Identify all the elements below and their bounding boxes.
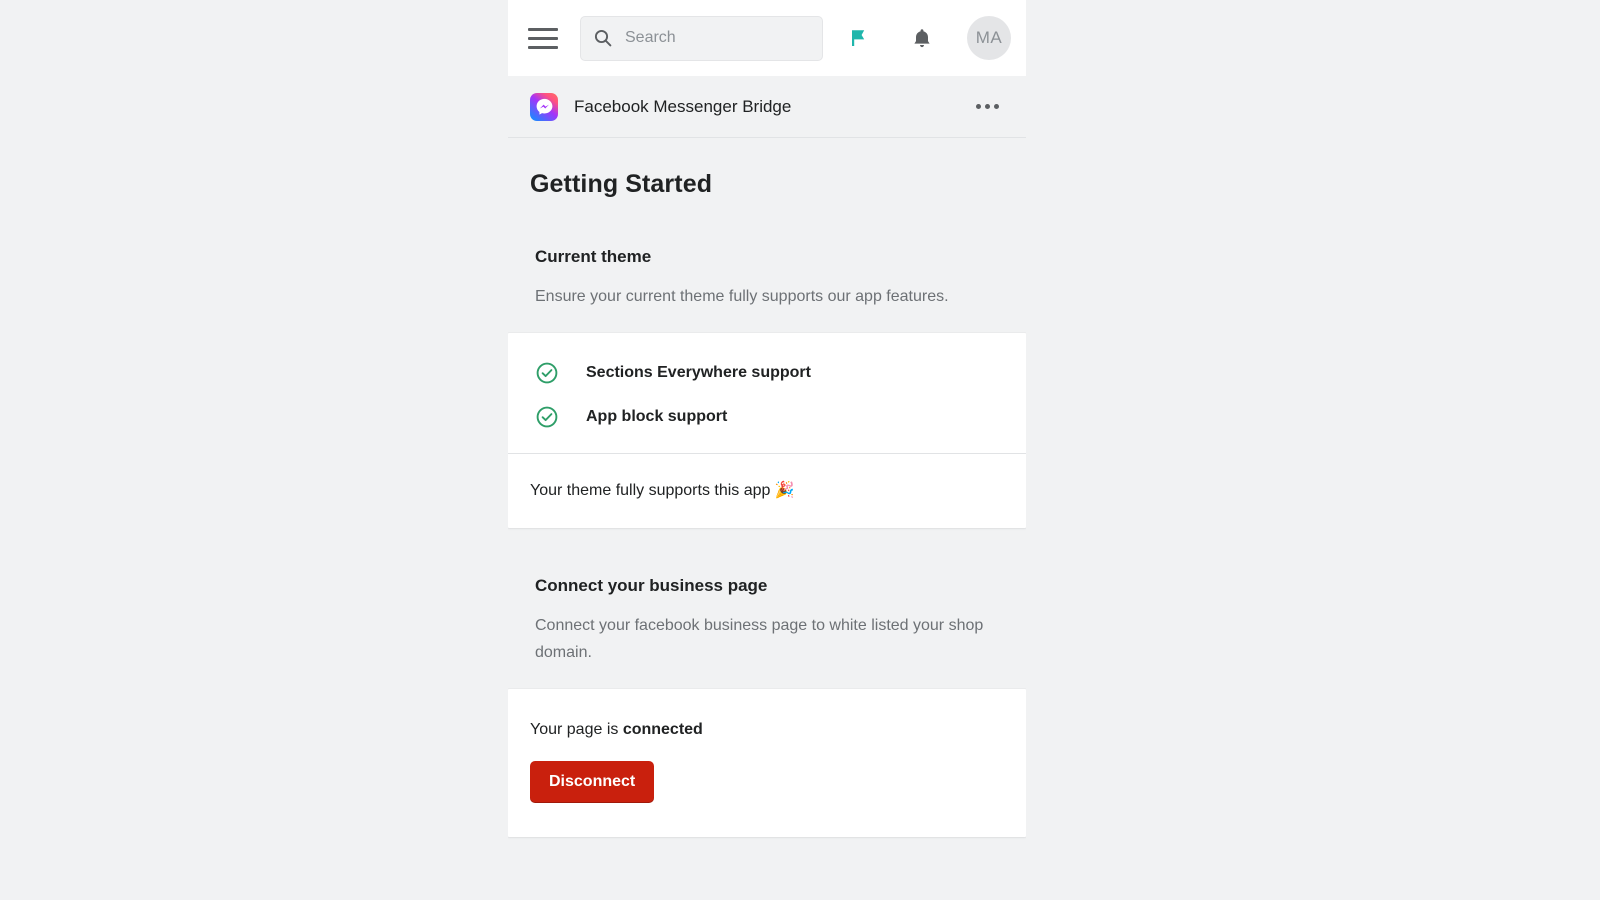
dot — [993, 104, 999, 109]
current-theme-section: Current theme Ensure your current theme … — [508, 247, 1026, 528]
connection-status: Your page is connected — [530, 721, 1026, 739]
more-options-icon[interactable] — [970, 92, 1004, 122]
bell-glyph — [914, 28, 930, 47]
search-input[interactable] — [625, 29, 810, 47]
list-item-label: Sections Everywhere support — [586, 363, 811, 381]
disconnect-button[interactable]: Disconnect — [530, 760, 655, 803]
messenger-bubble-glyph — [536, 98, 552, 115]
status-badge: connected — [622, 720, 703, 738]
connection-status-prefix: Your page is — [530, 720, 623, 738]
list-item-label: App block support — [586, 407, 728, 425]
app-title-bar: Facebook Messenger Bridge — [508, 76, 1026, 138]
section-description-current-theme: Ensure your current theme fully supports… — [535, 288, 949, 305]
app-panel: MA Facebook Messenger Bridge Getting Sta… — [508, 0, 1026, 900]
theme-support-list: Sections Everywhere support App block su… — [508, 333, 1026, 453]
hamburger-bar — [528, 36, 558, 40]
hamburger-menu-icon[interactable] — [526, 21, 560, 55]
hamburger-bar — [528, 45, 558, 49]
theme-support-card: Sections Everywhere support App block su… — [508, 332, 1026, 528]
flag-glyph — [852, 30, 865, 46]
connection-card-body: Your page is connected Disconnect — [508, 689, 1026, 837]
list-item: Sections Everywhere support — [508, 351, 1026, 395]
section-heading-current-theme: Current theme — [535, 247, 652, 266]
page-content: Getting Started Current theme Ensure you… — [508, 170, 1026, 837]
search-icon — [594, 29, 612, 47]
dot — [984, 104, 990, 109]
connect-business-page-section: Connect your business page Connect your … — [508, 576, 1026, 837]
connection-card: Your page is connected Disconnect — [508, 688, 1026, 837]
dot — [975, 104, 981, 109]
facebook-messenger-icon — [530, 92, 558, 121]
notifications-bell-icon[interactable] — [905, 21, 939, 55]
app-title: Facebook Messenger Bridge — [574, 96, 792, 116]
flag-icon[interactable] — [841, 21, 875, 55]
section-heading-connect-page: Connect your business page — [535, 575, 768, 595]
avatar[interactable]: MA — [967, 16, 1011, 60]
search-field[interactable] — [580, 15, 823, 61]
theme-support-status: Your theme fully supports this app 🎉 — [530, 481, 795, 499]
hamburger-bar — [528, 27, 558, 31]
section-description-connect-page: Connect your facebook business page to w… — [535, 616, 984, 662]
check-circle-icon — [536, 406, 558, 427]
page-title: Getting Started — [530, 170, 713, 198]
list-item: App block support — [508, 395, 1026, 439]
check-circle-icon — [536, 362, 558, 383]
top-navigation-bar: MA — [508, 0, 1026, 76]
